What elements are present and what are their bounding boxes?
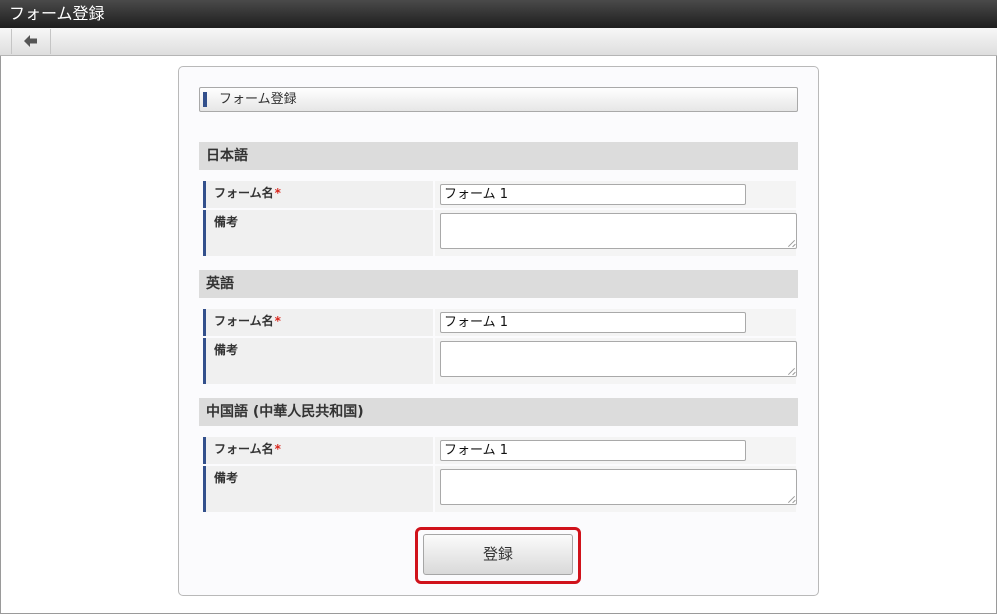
remarks-textarea-english[interactable]: [440, 341, 797, 377]
window-title: フォーム登録: [0, 0, 997, 28]
arrow-left-icon: [24, 32, 38, 51]
form-name-label: フォーム名*: [203, 309, 433, 336]
remarks-label: 備考: [203, 338, 433, 384]
header-accent-bar: [203, 92, 207, 107]
form-name-label: フォーム名*: [203, 181, 433, 208]
form-header: フォーム登録: [199, 87, 798, 112]
section-heading-chinese: 中国語 (中華人民共和国): [199, 398, 798, 426]
submit-button[interactable]: 登録: [423, 534, 573, 575]
section-heading-japanese: 日本語: [199, 142, 798, 170]
remarks-label: 備考: [203, 466, 433, 512]
form-name-input-japanese[interactable]: フォーム 1: [440, 184, 746, 205]
form-header-title: フォーム登録: [219, 92, 297, 107]
form-name-input-english[interactable]: フォーム 1: [440, 312, 746, 333]
form-panel: フォーム登録 日本語 フォーム名* フォーム 1 備考 英語 フォーム名* フォ…: [178, 66, 819, 596]
required-mark: *: [274, 314, 281, 328]
back-button[interactable]: [11, 29, 51, 54]
resize-grip-icon[interactable]: [788, 368, 795, 375]
form-name-input-chinese[interactable]: フォーム 1: [440, 440, 746, 461]
remarks-label: 備考: [203, 210, 433, 256]
resize-grip-icon[interactable]: [788, 496, 795, 503]
resize-grip-icon[interactable]: [788, 240, 795, 247]
remarks-textarea-japanese[interactable]: [440, 213, 797, 249]
section-heading-english: 英語: [199, 270, 798, 298]
form-name-label: フォーム名*: [203, 437, 433, 464]
required-mark: *: [274, 442, 281, 456]
remarks-textarea-chinese[interactable]: [440, 469, 797, 505]
required-mark: *: [274, 186, 281, 200]
toolbar: [0, 28, 997, 56]
